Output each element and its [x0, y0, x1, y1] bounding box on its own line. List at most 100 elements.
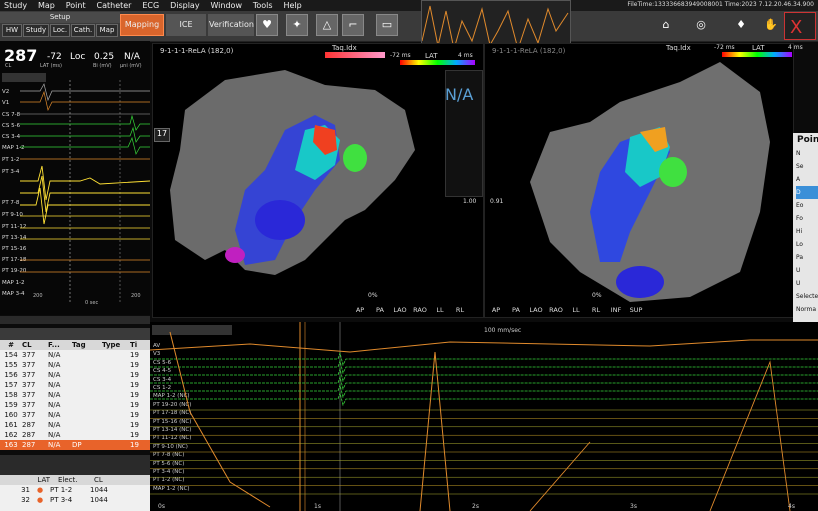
- channel-label: CS 5-6: [2, 123, 21, 129]
- view-lao[interactable]: LAO: [390, 306, 410, 314]
- menu-help[interactable]: Help: [279, 0, 305, 11]
- menu-map[interactable]: Map: [34, 0, 59, 11]
- heart-map-1[interactable]: [165, 70, 445, 280]
- table2-toolbar[interactable]: [0, 455, 150, 475]
- points-panel: Poin N Se A D Eo Fo Hi Lo Pa U U Selecte…: [793, 133, 818, 348]
- bell-icon[interactable]: ♦: [730, 14, 752, 36]
- map1-ms-left: -72 ms: [390, 52, 411, 59]
- hand-icon[interactable]: ✋: [760, 14, 782, 36]
- table-toolbar[interactable]: [0, 328, 150, 340]
- view-pa[interactable]: PA: [370, 306, 390, 314]
- wave-traces: [150, 322, 818, 511]
- point-type[interactable]: U: [796, 264, 818, 277]
- view-rl[interactable]: RL: [450, 306, 470, 314]
- setup-header[interactable]: Setup: [0, 12, 120, 23]
- table-row[interactable]: 162 287 N/A 19: [0, 430, 150, 440]
- points-normal[interactable]: Norma: [796, 303, 818, 316]
- compass-icon[interactable]: ✦: [286, 14, 308, 36]
- view-sup[interactable]: SUP: [626, 306, 646, 314]
- point-type-selected[interactable]: D: [796, 186, 818, 199]
- table-row[interactable]: 158 377 N/A 19: [0, 390, 150, 400]
- left-tick: 200: [131, 293, 141, 299]
- left-scrollbar[interactable]: [0, 316, 150, 324]
- verification-button[interactable]: Verification: [208, 14, 254, 36]
- map1-scale: 1.00: [463, 198, 477, 205]
- view-rao[interactable]: RAO: [546, 306, 566, 314]
- view-ap[interactable]: AP: [486, 306, 506, 314]
- tab-study[interactable]: Study: [23, 24, 49, 37]
- map2-scale: 0.91: [490, 198, 504, 205]
- table-header: # CL F... Tag Type Ti: [0, 340, 150, 350]
- table-row[interactable]: 156 377 N/A 19: [0, 370, 150, 380]
- green-trace: [150, 351, 818, 367]
- view-pa[interactable]: PA: [506, 306, 526, 314]
- table-row[interactable]: 159 377 N/A 19: [0, 400, 150, 410]
- lat-value: -72: [47, 52, 62, 62]
- view-lao[interactable]: LAO: [526, 306, 546, 314]
- map1-lat-label: LAT: [425, 52, 438, 60]
- lat-table-row[interactable]: 31 ● PT 1-2 1044: [0, 485, 150, 495]
- table-row[interactable]: 160 377 N/A 19: [0, 410, 150, 420]
- point-type[interactable]: Pa: [796, 251, 818, 264]
- view-ap[interactable]: AP: [350, 306, 370, 314]
- network-icon[interactable]: ⌂: [655, 14, 677, 36]
- point-type[interactable]: U: [796, 277, 818, 290]
- point-type[interactable]: Lo: [796, 238, 818, 251]
- view-ll[interactable]: LL: [566, 306, 586, 314]
- menu-window[interactable]: Window: [206, 0, 246, 11]
- tab-hw[interactable]: HW: [2, 24, 22, 37]
- heart-map-2[interactable]: [510, 62, 785, 302]
- menu-display[interactable]: Display: [166, 0, 204, 11]
- view-rao[interactable]: RAO: [410, 306, 430, 314]
- map1-point-count[interactable]: 17: [154, 128, 170, 142]
- green-trace: [150, 391, 818, 407]
- menu-study[interactable]: Study: [0, 0, 31, 11]
- lat-table-header: LAT Elect. CL: [0, 475, 150, 485]
- point-type[interactable]: Eo: [796, 199, 818, 212]
- point-type[interactable]: N: [796, 147, 818, 160]
- point-type[interactable]: Fo: [796, 212, 818, 225]
- point-type[interactable]: A: [796, 173, 818, 186]
- point-type[interactable]: Hi: [796, 225, 818, 238]
- mapping-button[interactable]: Mapping: [120, 14, 164, 36]
- time-tick: 2s: [472, 503, 479, 510]
- map1-title[interactable]: 9-1-1-1-ReLA (182,0): [160, 47, 233, 55]
- menu-catheter[interactable]: Catheter: [93, 0, 136, 11]
- flag-icon: ●: [36, 486, 44, 494]
- tab-map[interactable]: Map: [96, 24, 118, 37]
- view-rl[interactable]: RL: [586, 306, 606, 314]
- map1-na-readout: N/A: [445, 85, 474, 104]
- tab-loc[interactable]: Loc.: [50, 24, 70, 37]
- map1-view-buttons[interactable]: AP PA LAO RAO LL RL: [350, 305, 470, 315]
- uni-label: μni (mV): [120, 63, 142, 69]
- menu-ecg[interactable]: ECG: [138, 0, 163, 11]
- map2-pct: 0%: [592, 292, 602, 299]
- lat-table-row[interactable]: 32 ● PT 3-4 1044: [0, 495, 150, 505]
- point-type[interactable]: Se: [796, 160, 818, 173]
- filetime-readout: FileTime:133336683949008001 Time:2023 7.…: [627, 1, 814, 8]
- triangle-icon[interactable]: △: [316, 14, 338, 36]
- menu-tools[interactable]: Tools: [249, 0, 277, 11]
- table-row[interactable]: 155 377 N/A 19: [0, 360, 150, 370]
- view-inf[interactable]: INF: [606, 306, 626, 314]
- loc-label: Loc: [70, 52, 86, 62]
- tab-cath[interactable]: Cath.: [71, 24, 95, 37]
- table-row[interactable]: 157 377 N/A 19: [0, 380, 150, 390]
- menu-point[interactable]: Point: [62, 0, 90, 11]
- ice-button[interactable]: ICE: [166, 14, 206, 36]
- map2-title[interactable]: 9-1-1-1-ReLA (182,0): [492, 47, 565, 55]
- table-row[interactable]: 154 377 N/A 19: [0, 350, 150, 360]
- view-ll[interactable]: LL: [430, 306, 450, 314]
- left-electrograms: [20, 80, 150, 302]
- heart-icon[interactable]: ♥: [256, 14, 278, 36]
- lat-table: LAT Elect. CL 31 ● PT 1-2 1044 32 ● PT 3-4 1044: [0, 475, 150, 511]
- map1-pct: 0%: [368, 292, 378, 299]
- monitor-icon[interactable]: ▭: [376, 14, 398, 36]
- table-row[interactable]: 161 287 N/A 19: [0, 420, 150, 430]
- map1-color-bar: [325, 52, 385, 58]
- table-row[interactable]: 163 287 N/A DP 19: [0, 440, 150, 450]
- catheter-icon[interactable]: ⌐: [342, 14, 364, 36]
- svg-text:X: X: [790, 17, 802, 38]
- sync-icon[interactable]: ◎: [690, 14, 712, 36]
- map2-view-buttons[interactable]: AP PA LAO RAO LL RL INF SUP: [486, 305, 646, 315]
